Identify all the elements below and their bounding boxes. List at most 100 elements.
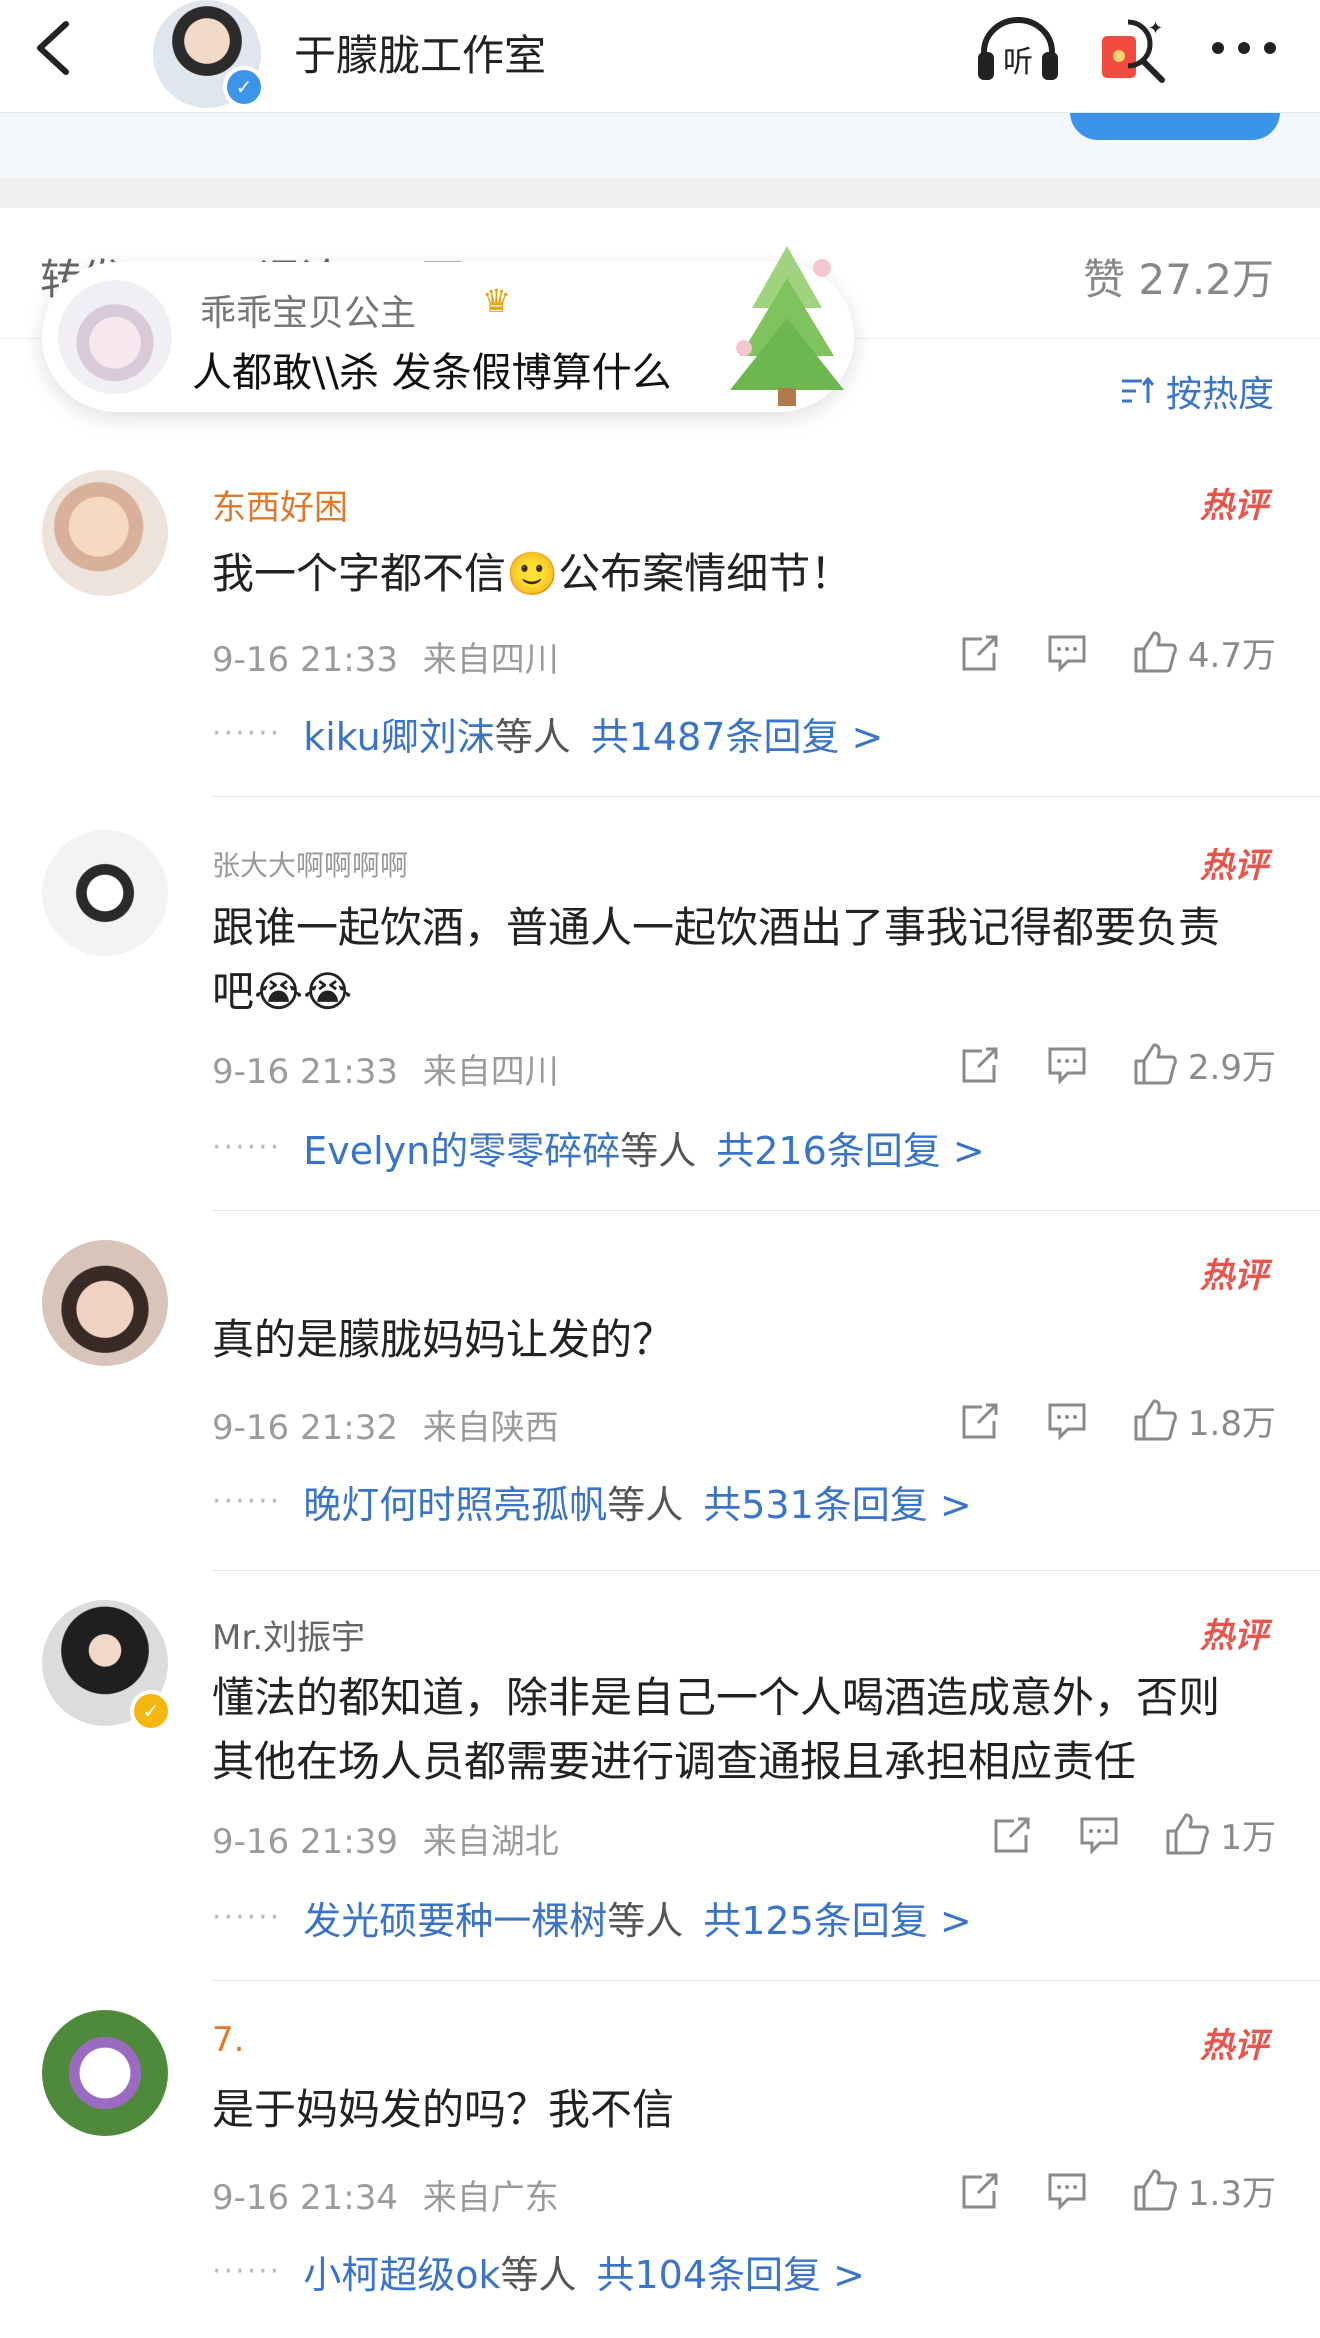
hot-comment-badge: 热评 — [1200, 846, 1268, 886]
listen-label: 听 — [1003, 45, 1033, 80]
comment-actions: 1.8万 — [916, 1396, 1276, 1445]
thumbs-up-icon — [1134, 1399, 1177, 1440]
like-count[interactable]: 赞 27.2万 — [1083, 246, 1274, 307]
comment-avatar[interactable] — [42, 1240, 168, 1366]
thumbs-up-icon — [1134, 1043, 1177, 1084]
like-button[interactable]: 1万 — [1164, 1810, 1276, 1859]
like-count: 2.9万 — [1187, 1048, 1276, 1088]
comment-location: 来自四川 — [422, 1052, 559, 1092]
comment-divider — [212, 1570, 1320, 1571]
share-icon[interactable] — [960, 1401, 1002, 1441]
reply-icon[interactable] — [1078, 1815, 1120, 1855]
reply-count[interactable]: 共531条回复 > — [703, 1474, 971, 1529]
like-button[interactable]: 1.3万 — [1132, 2166, 1276, 2215]
comment-username[interactable]: 张大大啊啊啊啊 — [212, 844, 408, 884]
reply-count[interactable]: 共1487条回复 > — [591, 706, 884, 761]
comment-meta: 9-16 21:32 来自陕西 — [212, 1400, 559, 1449]
comment-meta: 9-16 21:39 来自湖北 — [212, 1814, 559, 1863]
more-button[interactable] — [1210, 28, 1278, 68]
comment-time: 9-16 21:33 — [212, 1052, 398, 1092]
thumbs-up-icon — [1134, 631, 1177, 672]
like-count: 1万 — [1220, 1818, 1276, 1858]
comment-divider — [212, 796, 1320, 797]
reply-suffix: 等人 — [494, 715, 571, 759]
sort-icon — [1121, 376, 1155, 403]
red-packet-button[interactable]: ✦ — [1098, 14, 1168, 84]
reply-users[interactable]: 小柯超级ok — [303, 2244, 500, 2299]
reply-icon[interactable] — [1046, 1401, 1088, 1441]
comment-time: 9-16 21:34 — [212, 2178, 398, 2218]
comment-avatar[interactable] — [42, 2010, 168, 2136]
reply-suffix: 等人 — [500, 2253, 577, 2297]
back-button[interactable] — [30, 18, 78, 78]
share-icon[interactable] — [992, 1815, 1034, 1855]
reply-dots: ······ — [212, 1484, 282, 1519]
floating-comment-popup[interactable]: 乖乖宝贝公主 ♛ 人都敢\\杀 发条假博算什么 — [42, 246, 854, 412]
reply-summary[interactable]: ······ 发光硕要种一棵树 等人 共125条回复 > — [212, 1890, 972, 1945]
listen-button[interactable]: 听 — [976, 14, 1060, 84]
red-packet-search-icon: ✦ — [1102, 18, 1165, 83]
like-count: 1.8万 — [1187, 1404, 1276, 1444]
reply-summary[interactable]: ······ kiku卿刘沫 等人 共1487条回复 > — [212, 706, 883, 761]
crown-icon: ♛ — [482, 282, 511, 320]
like-count: 1.3万 — [1187, 2174, 1276, 2214]
reply-count[interactable]: 共216条回复 > — [716, 1120, 984, 1175]
reply-users[interactable]: 发光硕要种一棵树 — [303, 1890, 607, 1945]
reply-users[interactable]: Evelyn的零零碎碎 — [303, 1120, 620, 1175]
reply-summary[interactable]: ······ 小柯超级ok 等人 共104条回复 > — [212, 2244, 865, 2299]
reply-suffix: 等人 — [607, 1899, 684, 1943]
comment-location: 来自广东 — [422, 2178, 559, 2218]
comment-meta: 9-16 21:34 来自广东 — [212, 2170, 559, 2219]
reply-summary[interactable]: ······ 晚灯何时照亮孤帆 等人 共531条回复 > — [212, 1474, 972, 1529]
like-count: 4.7万 — [1187, 636, 1276, 676]
faded-follow-button — [1070, 112, 1280, 140]
comment-meta: 9-16 21:33 来自四川 — [212, 1044, 559, 1093]
verified-badge-icon: ✓ — [223, 66, 265, 108]
hot-comment-badge: 热评 — [1200, 486, 1268, 526]
sort-toggle[interactable]: 按热度 — [1120, 365, 1274, 417]
headphones-icon: 听 — [978, 17, 1058, 80]
reply-icon[interactable] — [1046, 633, 1088, 673]
popup-avatar — [58, 280, 172, 394]
reply-summary[interactable]: ······ Evelyn的零零碎碎 等人 共216条回复 > — [212, 1120, 985, 1175]
reply-dots: ······ — [212, 1130, 282, 1165]
comment-meta: 9-16 21:33 来自四川 — [212, 632, 559, 681]
comment-time: 9-16 21:33 — [212, 640, 398, 680]
comment-actions: 2.9万 — [916, 1040, 1276, 1089]
comment-avatar[interactable] — [42, 470, 168, 596]
hot-comment-badge: 热评 — [1200, 1616, 1268, 1656]
svg-text:✦: ✦ — [1148, 18, 1163, 39]
chevron-left-icon — [37, 21, 69, 75]
reply-dots: ······ — [212, 1900, 282, 1935]
like-button[interactable]: 1.8万 — [1132, 1396, 1276, 1445]
comment-avatar[interactable] — [42, 830, 168, 956]
reply-icon[interactable] — [1046, 2171, 1088, 2211]
reply-count[interactable]: 共125条回复 > — [703, 1890, 971, 1945]
hot-comment-badge: 热评 — [1200, 1256, 1268, 1296]
share-icon[interactable] — [960, 1045, 1002, 1085]
section-gap — [0, 178, 1320, 208]
comment-text: 跟谁一起饮酒，普通人一起饮酒出了事我记得都要负责吧😭😭 — [212, 903, 1221, 1016]
comment-divider — [212, 1210, 1320, 1211]
reply-icon[interactable] — [1046, 1045, 1088, 1085]
comment-actions: 4.7万 — [916, 628, 1276, 677]
more-dots-icon — [1212, 42, 1276, 54]
hot-comment-badge: 热评 — [1200, 2026, 1268, 2066]
reply-users[interactable]: 晚灯何时照亮孤帆 — [303, 1474, 607, 1529]
like-button[interactable]: 4.7万 — [1132, 628, 1276, 677]
comment-username[interactable]: Mr.刘振宇 — [212, 1610, 365, 1659]
like-button[interactable]: 2.9万 — [1132, 1040, 1276, 1089]
comment-actions: 1万 — [948, 1810, 1276, 1859]
thumbs-up-icon — [1166, 1813, 1210, 1854]
reply-count[interactable]: 共104条回复 > — [597, 2244, 865, 2299]
reply-users[interactable]: kiku卿刘沫 — [303, 706, 495, 761]
account-title[interactable]: 于朦胧工作室 — [294, 22, 546, 83]
comment-actions: 1.3万 — [916, 2166, 1276, 2215]
share-icon[interactable] — [960, 2171, 1002, 2211]
share-icon[interactable] — [960, 633, 1002, 673]
comment-username[interactable]: 东西好困 — [212, 480, 348, 529]
comment-username[interactable]: 7. — [212, 2020, 244, 2060]
reply-dots: ······ — [212, 2254, 282, 2289]
comment-location: 来自四川 — [422, 640, 559, 680]
reply-suffix: 等人 — [607, 1483, 684, 1527]
